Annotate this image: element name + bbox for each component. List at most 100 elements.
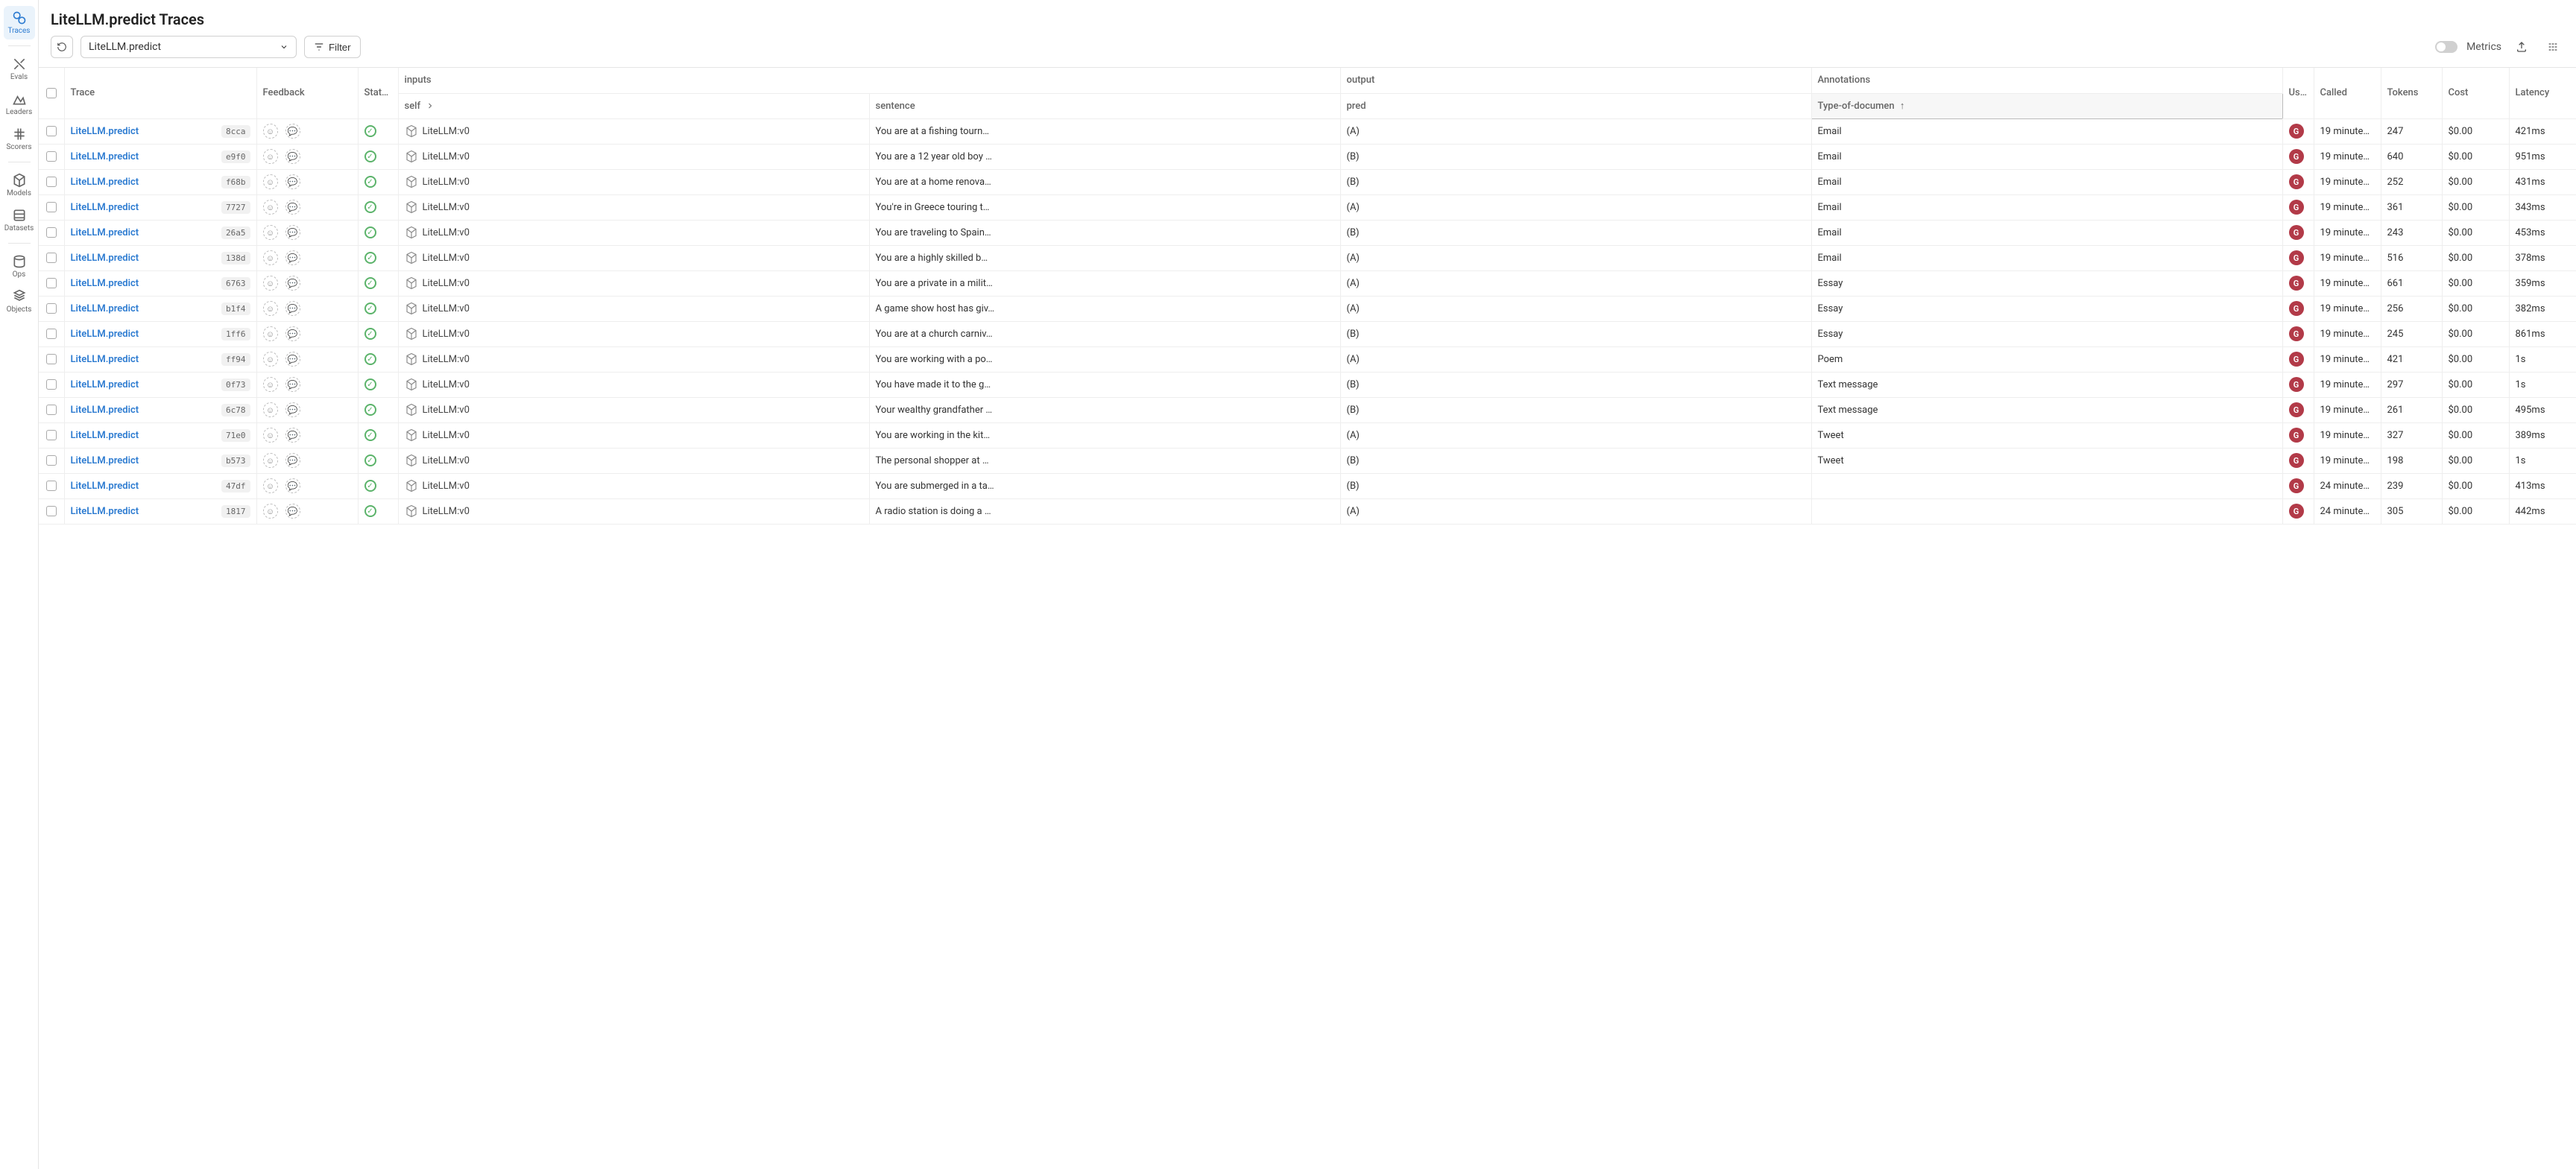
table-row[interactable]: LiteLLM.predict7727☺💬✓LiteLLM:v0You're i… [39, 194, 2576, 220]
trace-link[interactable]: LiteLLM.predict [71, 253, 139, 264]
table-row[interactable]: LiteLLM.predicte9f0☺💬✓LiteLLM:v0You are … [39, 144, 2576, 169]
table-row[interactable]: LiteLLM.predict6c78☺💬✓LiteLLM:v0Your wea… [39, 397, 2576, 422]
sidebar-item-objects[interactable]: Objects [4, 285, 35, 318]
select-all-checkbox[interactable] [46, 88, 57, 98]
table-row[interactable]: LiteLLM.predict138d☺💬✓LiteLLM:v0You are … [39, 245, 2576, 270]
trace-link[interactable]: LiteLLM.predict [71, 430, 139, 441]
user-avatar[interactable]: G [2289, 174, 2304, 189]
trace-link[interactable]: LiteLLM.predict [71, 177, 139, 188]
add-comment-button[interactable]: 💬 [285, 402, 300, 417]
add-reaction-button[interactable]: ☺ [263, 453, 278, 468]
user-avatar[interactable]: G [2289, 301, 2304, 316]
trace-link[interactable]: LiteLLM.predict [71, 278, 139, 289]
add-comment-button[interactable]: 💬 [285, 124, 300, 139]
table-row[interactable]: LiteLLM.predictf68b☺💬✓LiteLLM:v0You are … [39, 169, 2576, 194]
add-comment-button[interactable]: 💬 [285, 478, 300, 493]
row-checkbox[interactable] [46, 354, 57, 364]
add-reaction-button[interactable]: ☺ [263, 276, 278, 291]
user-avatar[interactable]: G [2289, 200, 2304, 215]
th-self[interactable]: self [398, 93, 869, 118]
add-reaction-button[interactable]: ☺ [263, 250, 278, 265]
trace-link[interactable]: LiteLLM.predict [71, 202, 139, 213]
refresh-button[interactable] [51, 36, 73, 58]
trace-link[interactable]: LiteLLM.predict [71, 354, 139, 365]
add-comment-button[interactable]: 💬 [285, 428, 300, 443]
trace-link[interactable]: LiteLLM.predict [71, 151, 139, 162]
th-latency[interactable]: Latency [2509, 68, 2576, 118]
op-selector[interactable]: LiteLLM.predict [80, 36, 297, 58]
row-checkbox[interactable] [46, 278, 57, 288]
user-avatar[interactable]: G [2289, 225, 2304, 240]
sidebar-item-models[interactable]: Models [4, 168, 35, 202]
add-reaction-button[interactable]: ☺ [263, 504, 278, 519]
row-checkbox[interactable] [46, 303, 57, 314]
sidebar-item-scorers[interactable]: Scorers [4, 122, 35, 156]
sidebar-item-ops[interactable]: Ops [4, 250, 35, 283]
trace-link[interactable]: LiteLLM.predict [71, 329, 139, 340]
trace-link[interactable]: LiteLLM.predict [71, 455, 139, 466]
add-reaction-button[interactable]: ☺ [263, 377, 278, 392]
filter-button[interactable]: Filter [304, 36, 361, 58]
table-row[interactable]: LiteLLM.predict71e0☺💬✓LiteLLM:v0You are … [39, 422, 2576, 448]
user-avatar[interactable]: G [2289, 149, 2304, 164]
row-checkbox[interactable] [46, 253, 57, 263]
user-avatar[interactable]: G [2289, 402, 2304, 417]
add-reaction-button[interactable]: ☺ [263, 428, 278, 443]
th-tokens[interactable]: Tokens [2381, 68, 2442, 118]
add-reaction-button[interactable]: ☺ [263, 124, 278, 139]
user-avatar[interactable]: G [2289, 504, 2304, 519]
user-avatar[interactable]: G [2289, 478, 2304, 493]
user-avatar[interactable]: G [2289, 250, 2304, 265]
row-checkbox[interactable] [46, 151, 57, 162]
trace-link[interactable]: LiteLLM.predict [71, 405, 139, 416]
trace-link[interactable]: LiteLLM.predict [71, 126, 139, 137]
add-comment-button[interactable]: 💬 [285, 352, 300, 367]
add-comment-button[interactable]: 💬 [285, 225, 300, 240]
user-avatar[interactable]: G [2289, 428, 2304, 443]
add-reaction-button[interactable]: ☺ [263, 352, 278, 367]
add-comment-button[interactable]: 💬 [285, 301, 300, 316]
add-reaction-button[interactable]: ☺ [263, 478, 278, 493]
table-row[interactable]: LiteLLM.predict0f73☺💬✓LiteLLM:v0You have… [39, 372, 2576, 397]
add-reaction-button[interactable]: ☺ [263, 326, 278, 341]
user-avatar[interactable]: G [2289, 326, 2304, 341]
table-row[interactable]: LiteLLM.predict26a5☺💬✓LiteLLM:v0You are … [39, 220, 2576, 245]
row-checkbox[interactable] [46, 202, 57, 212]
add-comment-button[interactable]: 💬 [285, 149, 300, 164]
th-sentence[interactable]: sentence [869, 93, 1340, 118]
table-row[interactable]: LiteLLM.predict47df☺💬✓LiteLLM:v0You are … [39, 473, 2576, 498]
th-user[interactable]: User [2282, 68, 2314, 118]
row-checkbox[interactable] [46, 455, 57, 466]
trace-link[interactable]: LiteLLM.predict [71, 506, 139, 517]
add-reaction-button[interactable]: ☺ [263, 402, 278, 417]
table-row[interactable]: LiteLLM.predict1ff6☺💬✓LiteLLM:v0You are … [39, 321, 2576, 346]
th-trace[interactable]: Trace [64, 68, 256, 118]
add-comment-button[interactable]: 💬 [285, 377, 300, 392]
add-reaction-button[interactable]: ☺ [263, 301, 278, 316]
sidebar-item-traces[interactable]: Traces [4, 6, 35, 39]
add-comment-button[interactable]: 💬 [285, 326, 300, 341]
add-comment-button[interactable]: 💬 [285, 276, 300, 291]
sidebar-item-leaders[interactable]: Leaders [4, 87, 35, 121]
add-comment-button[interactable]: 💬 [285, 504, 300, 519]
row-checkbox[interactable] [46, 379, 57, 390]
th-called[interactable]: Called [2314, 68, 2381, 118]
th-status[interactable]: Status [358, 68, 398, 118]
sidebar-item-evals[interactable]: Evals [4, 52, 35, 86]
table-row[interactable]: LiteLLM.predictff94☺💬✓LiteLLM:v0You are … [39, 346, 2576, 372]
table-row[interactable]: LiteLLM.predictb1f4☺💬✓LiteLLM:v0A game s… [39, 296, 2576, 321]
add-reaction-button[interactable]: ☺ [263, 200, 278, 215]
user-avatar[interactable]: G [2289, 453, 2304, 468]
table-row[interactable]: LiteLLM.predict8cca☺💬✓LiteLLM:v0You are … [39, 118, 2576, 144]
row-checkbox[interactable] [46, 430, 57, 440]
row-checkbox[interactable] [46, 329, 57, 339]
trace-link[interactable]: LiteLLM.predict [71, 481, 139, 492]
user-avatar[interactable]: G [2289, 352, 2304, 367]
th-type-of-document[interactable]: Type-of-documen ↑ [1811, 93, 2282, 118]
table-row[interactable]: LiteLLM.predict1817☺💬✓LiteLLM:v0A radio … [39, 498, 2576, 524]
user-avatar[interactable]: G [2289, 276, 2304, 291]
add-comment-button[interactable]: 💬 [285, 200, 300, 215]
row-checkbox[interactable] [46, 481, 57, 491]
row-checkbox[interactable] [46, 506, 57, 516]
columns-button[interactable] [2542, 36, 2564, 58]
